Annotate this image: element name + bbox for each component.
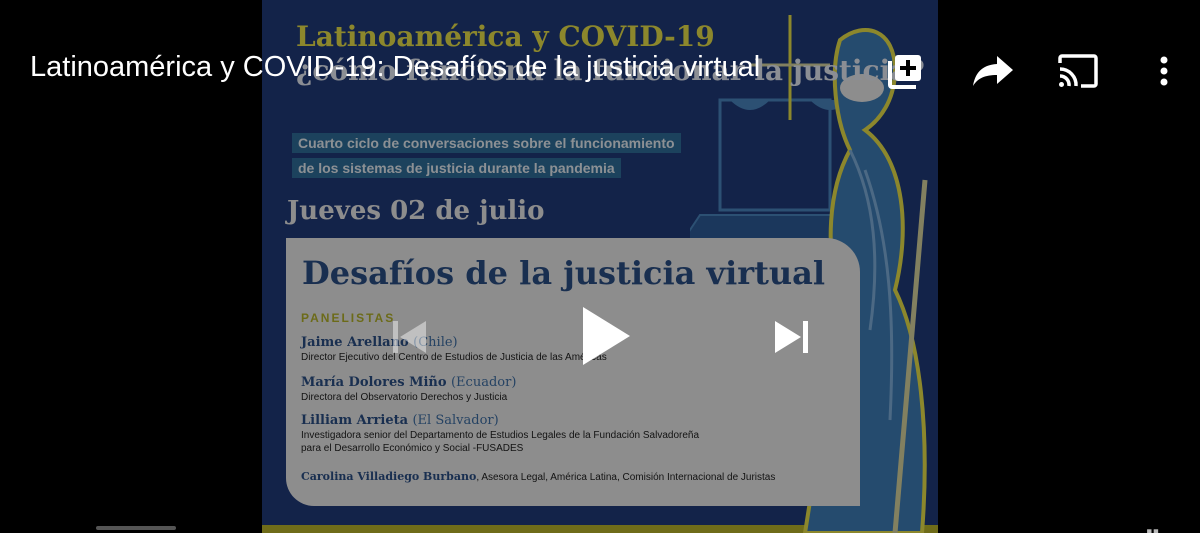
next-icon	[775, 321, 808, 353]
laptop-screen	[718, 98, 832, 212]
panelist-country: (Ecuador)	[450, 375, 517, 390]
cast-button[interactable]	[1055, 50, 1101, 92]
add-to-queue-button[interactable]	[884, 50, 926, 92]
panelist-name: Lilliam Arrieta	[301, 413, 409, 428]
moderator-name: Carolina Villadiego Burbano	[301, 470, 477, 483]
add-to-queue-icon	[888, 55, 921, 89]
video-player[interactable]: Latinoamérica y COVID-19 ¿cómo funciona …	[0, 0, 1200, 533]
panelist-2: María Dolores Miño (Ecuador) Directora d…	[301, 373, 516, 404]
subtitle-line1: Cuarto ciclo de conversaciones sobre el …	[292, 133, 681, 153]
play-button[interactable]	[580, 305, 632, 367]
panelist-1: Jaime Arellano (Chile) Director Ejecutiv…	[301, 333, 607, 364]
panelist-role-line2: para el Desarrollo Económico y Social -F…	[301, 443, 524, 454]
moderator-role: , Asesora Legal, América Latina, Comisió…	[476, 472, 776, 483]
share-icon	[973, 56, 1013, 86]
poster-subtitle: Cuarto ciclo de conversaciones sobre el …	[292, 133, 681, 183]
more-options-button[interactable]	[1150, 50, 1178, 92]
panelist-country: (El Salvador)	[412, 413, 499, 428]
play-icon	[583, 307, 630, 365]
panelist-3: Lilliam Arrieta (El Salvador) Investigad…	[301, 411, 699, 455]
moderator: Carolina Villadiego Burbano, Asesora Leg…	[301, 470, 775, 483]
panelist-role: Investigadora senior del Departamento de…	[301, 430, 700, 441]
scale-pan-left	[730, 100, 770, 110]
fullscreen-hint[interactable]: ▮▮	[1146, 526, 1159, 533]
previous-icon	[393, 321, 426, 353]
share-button[interactable]	[970, 50, 1016, 92]
next-video-button[interactable]	[772, 318, 812, 356]
panelist-role: Director Ejecutivo del Centro de Estudio…	[301, 352, 607, 363]
panelist-role: Directora del Observatorio Derechos y Ju…	[301, 392, 508, 403]
cast-icon	[1058, 54, 1098, 88]
previous-video-button[interactable]	[390, 318, 430, 356]
progress-bar-hint[interactable]	[96, 526, 176, 530]
session-title: Desafíos de la justicia virtual	[302, 254, 826, 292]
subtitle-line2: de los sistemas de justicia durante la p…	[292, 158, 621, 178]
video-title: Latinoamérica y COVID-19: Desafíos de la…	[30, 51, 761, 83]
more-vert-icon	[1160, 56, 1168, 86]
event-date: Jueves 02 de julio	[287, 196, 545, 226]
panelists-heading: PANELISTAS	[301, 311, 396, 325]
panelist-name: María Dolores Miño	[301, 375, 447, 390]
poster-title-line1: Latinoamérica y COVID-19	[296, 20, 715, 53]
